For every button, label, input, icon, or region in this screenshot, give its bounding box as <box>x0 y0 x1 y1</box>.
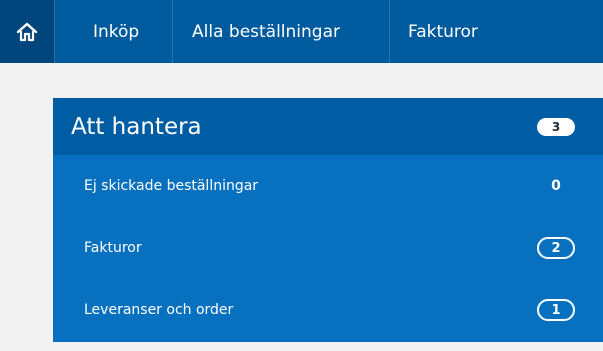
total-count-badge: 3 <box>537 117 575 136</box>
todo-row-fakturor[interactable]: Fakturor 2 <box>53 217 603 279</box>
nav-tab-inkop[interactable]: Inköp <box>55 0 173 63</box>
home-button[interactable] <box>0 0 55 63</box>
row-count-badge: 2 <box>537 237 575 259</box>
panel-header: Att hantera 3 <box>53 98 603 155</box>
todo-panel: Att hantera 3 Ej skickade beställningar … <box>53 98 603 342</box>
row-label: Leveranser och order <box>84 302 234 318</box>
row-count-badge: 1 <box>537 299 575 321</box>
todo-row-ej-skickade[interactable]: Ej skickade beställningar 0 <box>53 155 603 217</box>
row-count: 0 <box>551 178 561 194</box>
todo-row-leveranser[interactable]: Leveranser och order 1 <box>53 279 603 341</box>
row-label: Ej skickade beställningar <box>84 178 259 194</box>
nav-tab-alla-bestallningar[interactable]: Alla beställningar <box>173 0 390 63</box>
panel-title: Att hantera <box>71 113 202 140</box>
top-navigation: Inköp Alla beställningar Fakturor <box>0 0 603 63</box>
home-icon <box>16 22 38 41</box>
row-label: Fakturor <box>84 240 142 256</box>
nav-tab-fakturor[interactable]: Fakturor <box>390 0 498 63</box>
